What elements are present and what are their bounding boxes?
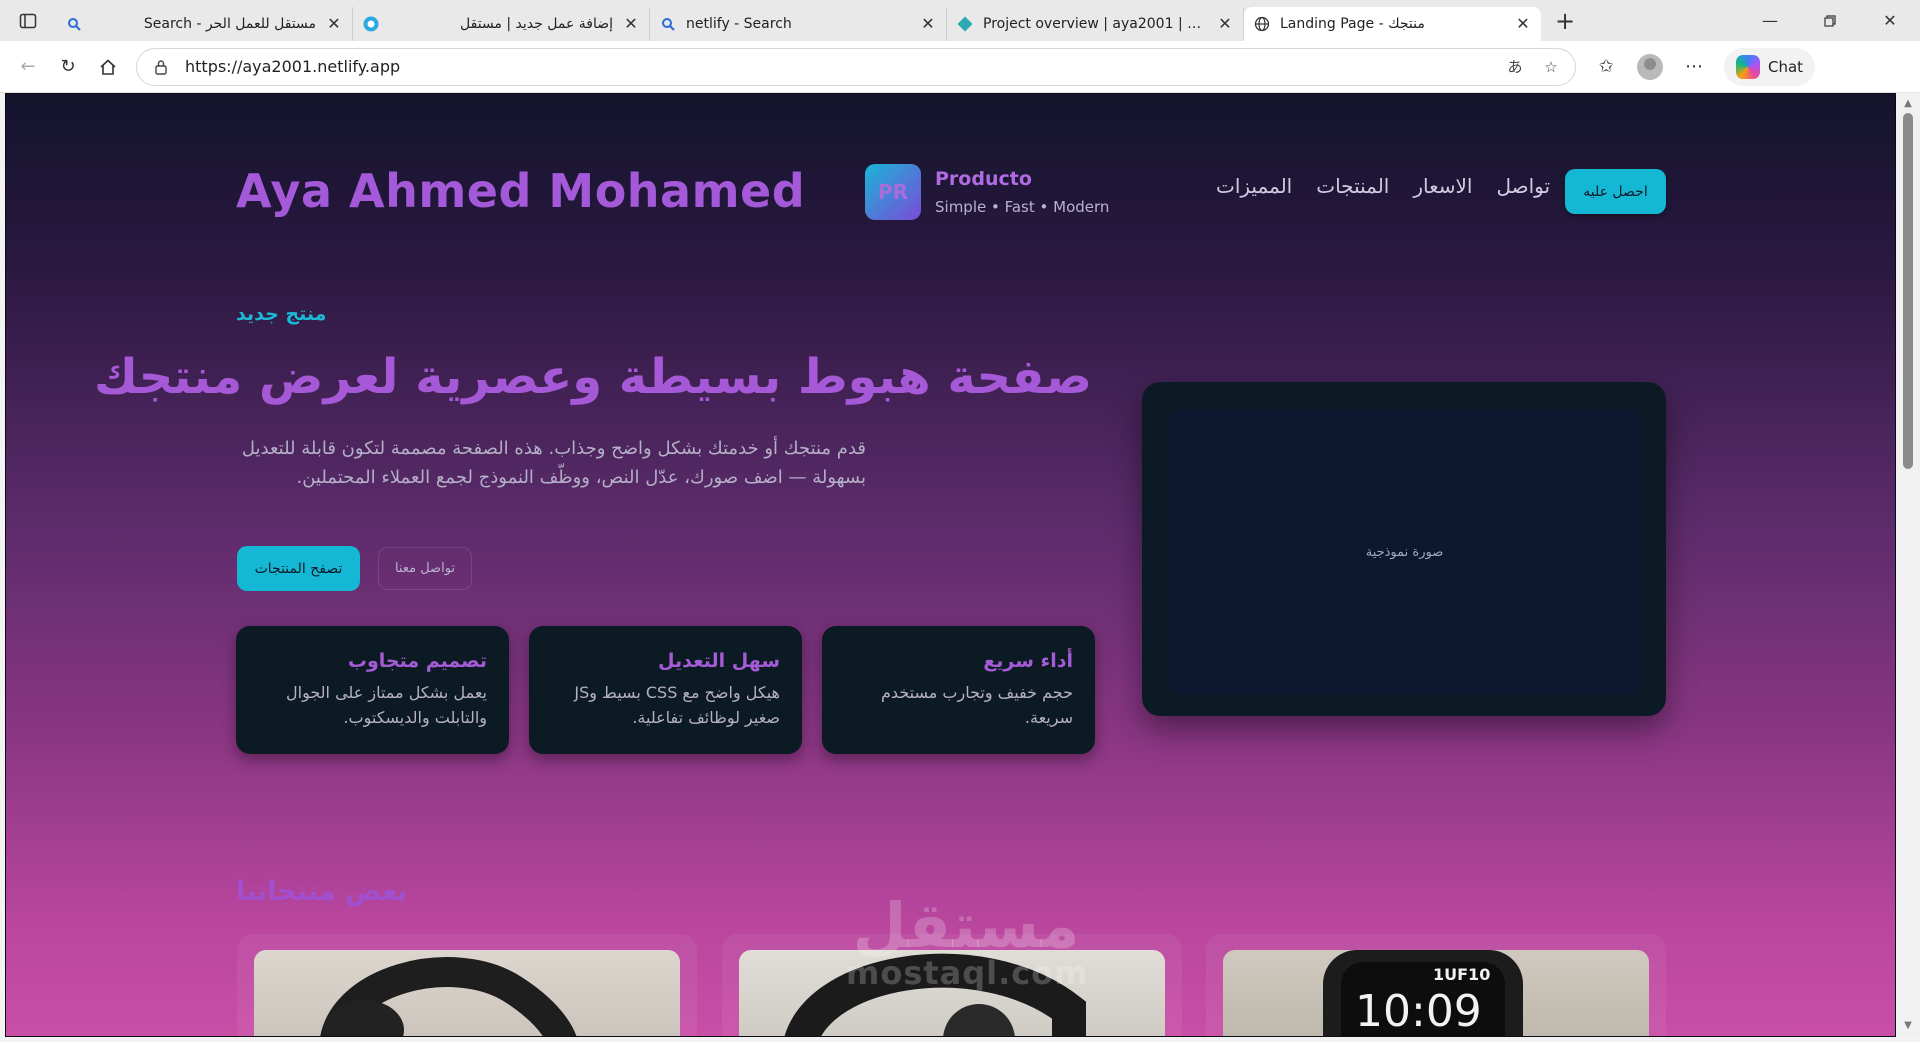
restore-button[interactable] [1800,0,1860,41]
address-bar: ← ↻ https://aya2001.netlify.app あ ☆ ✩ ⋯ … [0,41,1920,93]
chat-label: Chat [1768,57,1804,76]
globe-icon [1254,16,1270,32]
tab-title: مستقل للعمل الحر - Search [143,15,316,32]
avatar [1637,53,1663,80]
feature-text: حجم خفيف وتجارب مستخدم سريعة. [881,683,1073,727]
main-nav: تواصل الاسعار المنتجات المميزات [1216,174,1550,198]
more-button[interactable]: ⋯ [1674,47,1714,87]
scroll-thumb[interactable] [1903,113,1913,469]
close-icon[interactable]: ✕ [1217,14,1233,33]
home-icon [100,58,116,75]
landing-page: Aya Ahmed Mohamed PR Producto Simple • F… [6,94,1895,1036]
product-image-headphones [254,950,680,1036]
page-scrollbar[interactable]: ▲ ▼ [1896,93,1920,1037]
profile-button[interactable] [1630,47,1670,87]
close-icon[interactable]: ✕ [920,14,936,33]
feature-card-fast: أداء سريع حجم خفيف وتجارب مستخدم سريعة. [822,626,1095,754]
url-text: https://aya2001.netlify.app [185,57,401,76]
feature-title: تصميم متجاوب [347,650,487,672]
lock-icon [149,59,173,75]
feature-text: هيكل واضح مع CSS بسيط وJS صغير لوظائف تف… [574,683,780,727]
close-window-button[interactable]: ✕ [1860,0,1920,41]
arrow-left-icon: ← [20,56,36,77]
browser-tab-4[interactable]: Project overview | aya2001 | Netlify ✕ [947,6,1244,41]
hero-title: صفحة هبوط بسيطة وعصرية لعرض منتجك [94,349,1092,405]
close-icon[interactable]: ✕ [1515,14,1531,33]
logo-tagline: Simple • Fast • Modern [935,198,1110,216]
svg-text:10:09: 10:09 [1355,986,1482,1037]
refresh-button[interactable]: ↻ [48,47,88,87]
nav-link-contact[interactable]: تواصل [1496,174,1550,198]
new-tab-button[interactable]: + [1547,3,1583,39]
tab-title: netlify - Search [686,15,792,32]
feature-text: يعمل بشكل ممتاز على الجوال والتابلت والد… [286,683,487,727]
window-controls: — ✕ [1740,0,1920,41]
watermark-latin: mostaql.com [846,954,1089,992]
favorites-icon: ✩ [1598,56,1614,77]
hero-description: قدم منتجك أو خدمتك بشكل واضح وجذاب. هذه … [241,438,866,488]
nav-link-pricing[interactable]: الاسعار [1413,174,1472,198]
logo-badge: PR [865,164,921,220]
search-icon [660,16,676,32]
favorites-button[interactable]: ✩ [1586,47,1626,87]
home-button[interactable] [88,47,128,87]
products-section-title: بعض منتجاتنا [236,876,408,907]
browser-tab-5[interactable]: Landing Page - منتجك ✕ [1244,6,1541,41]
mostaql-watermark: مستقل mostaql.com [846,889,1089,992]
minimize-icon: — [1762,11,1778,30]
feature-card-easy-edit: سهل التعديل هيكل واضح مع CSS بسيط وJS صغ… [529,626,802,754]
search-icon [66,16,82,32]
feature-title: أداء سريع [983,650,1073,672]
hero-preview-frame: صورة نموذجية [1142,382,1666,716]
contact-us-button[interactable]: تواصل معنا [378,547,472,590]
close-icon: ✕ [1883,11,1897,30]
read-aloud-icon[interactable]: あ [1503,56,1527,77]
preview-label: صورة نموذجية [1365,544,1444,560]
feature-card-responsive: تصميم متجاوب يعمل بشكل ممتاز على الجوال … [236,626,509,754]
scroll-down-icon[interactable]: ▼ [1902,1021,1914,1031]
favorite-star-icon[interactable]: ☆ [1539,58,1563,76]
mostaql-icon [363,16,379,32]
brand-name[interactable]: Aya Ahmed Mohamed [236,164,805,218]
chat-button[interactable]: Chat [1724,47,1816,86]
page-viewport: Aya Ahmed Mohamed PR Producto Simple • F… [5,93,1896,1037]
browser-tab-1[interactable]: مستقل للعمل الحر - Search ✕ [56,6,353,41]
svg-text:1UF10: 1UF10 [1433,965,1490,984]
url-input[interactable]: https://aya2001.netlify.app あ ☆ [136,47,1576,86]
more-icon: ⋯ [1685,56,1703,77]
browser-tab-bar: مستقل للعمل الحر - Search ✕ إضافة عمل جد… [0,0,1920,41]
close-icon[interactable]: ✕ [326,14,342,33]
tab-title: Landing Page - منتجك [1280,15,1425,32]
nav-link-products[interactable]: المنتجات [1316,174,1389,198]
browser-tab-3[interactable]: netlify - Search ✕ [650,6,947,41]
watermark-arabic: مستقل [852,889,1080,962]
restore-icon [1824,14,1836,27]
netlify-icon [957,16,973,32]
nav-link-features[interactable]: المميزات [1216,174,1292,198]
copilot-icon [1736,54,1760,79]
hero-kicker: منتج جديد [236,303,327,325]
scroll-up-icon[interactable]: ▲ [1902,99,1914,109]
feature-title: سهل التعديل [658,650,780,672]
logo-initials: PR [877,180,909,204]
browse-products-button[interactable]: تصفح المنتجات [237,546,360,591]
tab-actions-button[interactable] [0,0,56,41]
hero-preview-image: صورة نموذجية [1169,409,1640,695]
refresh-icon: ↻ [60,56,76,77]
toolbar-right: ✩ ⋯ Chat [1586,47,1816,87]
browser-tab-2[interactable]: إضافة عمل جديد | مستقل ✕ [353,6,650,41]
close-icon[interactable]: ✕ [623,14,639,33]
product-image-smartwatch: 10:09 1UF10 [1223,950,1649,1037]
tab-title: Project overview | aya2001 | Netlify [983,15,1207,32]
back-button[interactable]: ← [8,47,48,87]
tab-title: إضافة عمل جديد | مستقل [460,15,613,32]
get-it-button[interactable]: احصل عليه [1565,169,1666,214]
logo-title: Producto [935,168,1032,190]
plus-icon: + [1554,6,1576,35]
sidebar-toggle-icon [19,13,37,28]
minimize-button[interactable]: — [1740,0,1800,41]
